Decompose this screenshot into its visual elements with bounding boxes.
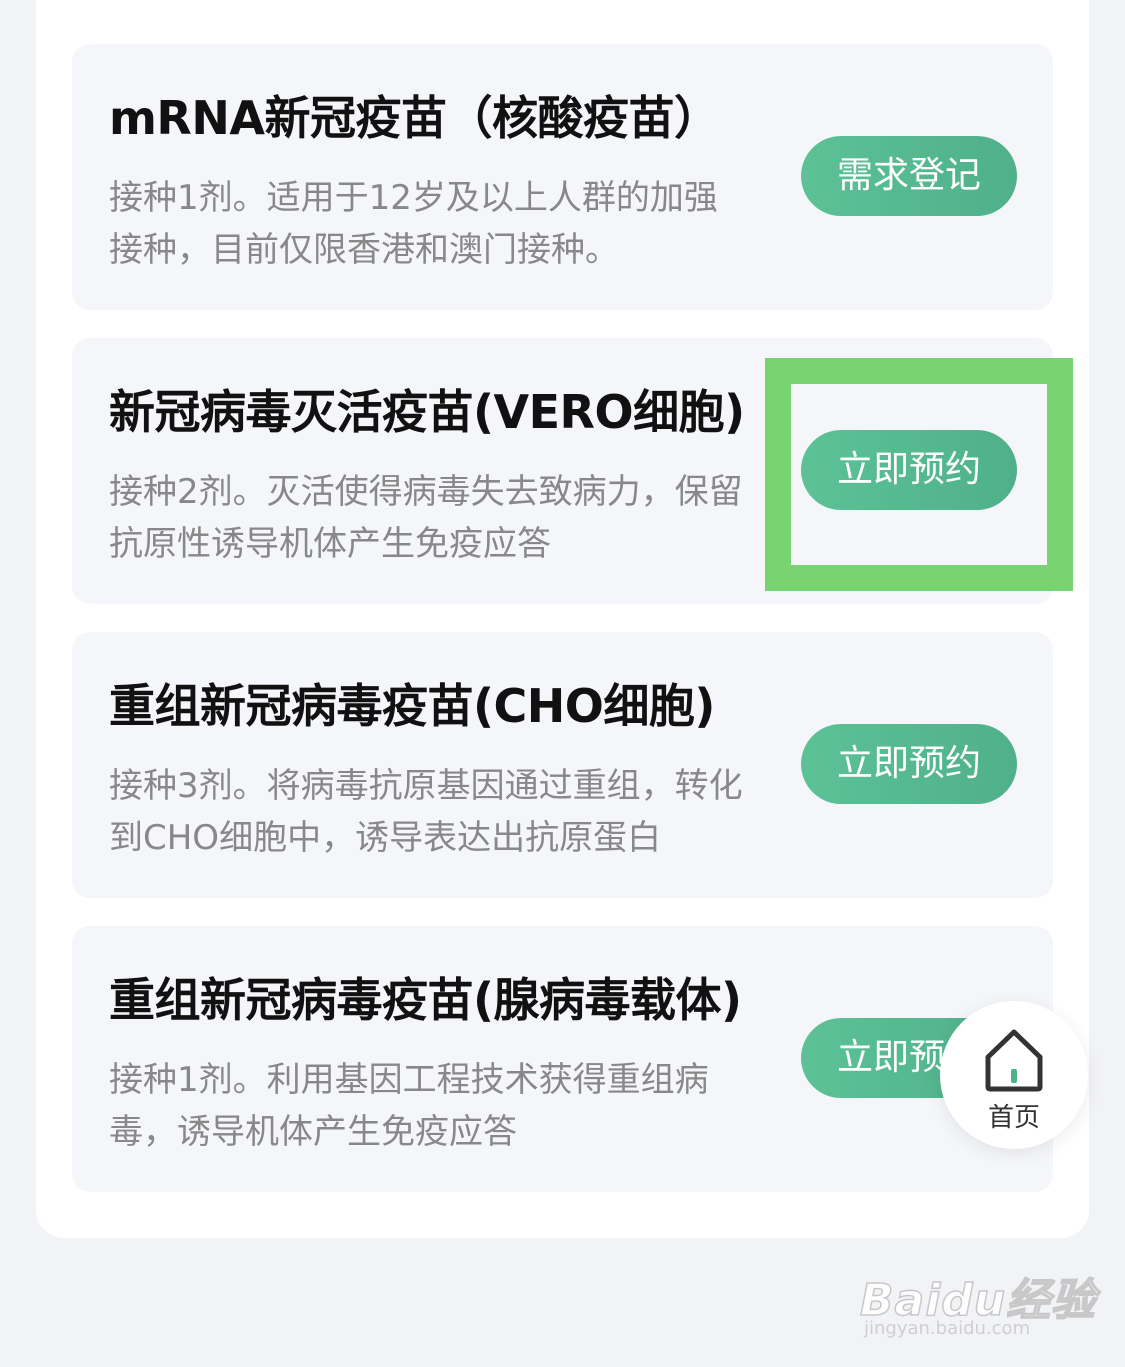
vaccine-title: mRNA新冠疫苗（核酸疫苗） (109, 91, 720, 145)
vaccine-description: 接种1剂。适用于12岁及以上人群的加强接种，目前仅限香港和澳门接种。 (109, 178, 718, 270)
vaccine-card-mrna: mRNA新冠疫苗（核酸疫苗） 接种1剂。适用于12岁及以上人群的加强接种，目前仅… (72, 44, 1053, 310)
watermark-url: jingyan.baidu.com (864, 1318, 1031, 1339)
baidu-jingyan-watermark: Baidu经验 jingyan.baidu.com (859, 1250, 1096, 1350)
book-now-button[interactable]: 立即预约 (801, 430, 1017, 510)
vaccine-description: 接种1剂。利用基因工程技术获得重组病毒，诱导机体产生免疫应答 (109, 1060, 709, 1152)
vaccine-title: 新冠病毒灭活疫苗(VERO细胞) (109, 385, 745, 439)
book-now-button[interactable]: 立即预约 (801, 724, 1017, 804)
demand-register-button[interactable]: 需求登记 (801, 136, 1017, 216)
vaccine-card-vero: 新冠病毒灭活疫苗(VERO细胞) 接种2剂。灭活使得病毒失去致病力，保留抗原性诱… (72, 338, 1053, 604)
vaccine-description: 接种3剂。将病毒抗原基因通过重组，转化到CHO细胞中，诱导表达出抗原蛋白 (109, 766, 743, 858)
vaccine-description: 接种2剂。灭活使得病毒失去致病力，保留抗原性诱导机体产生免疫应答 (109, 472, 743, 564)
vaccine-card-cho: 重组新冠病毒疫苗(CHO细胞) 接种3剂。将病毒抗原基因通过重组，转化到CHO细… (72, 632, 1053, 898)
home-floating-button[interactable]: 首页 (940, 1001, 1088, 1149)
vaccine-title: 重组新冠病毒疫苗(CHO细胞) (109, 679, 715, 733)
home-label: 首页 (987, 1103, 1040, 1133)
home-icon (985, 1029, 1043, 1092)
vaccine-title: 重组新冠病毒疫苗(腺病毒载体) (109, 973, 742, 1027)
vaccine-card-adenovirus: 重组新冠病毒疫苗(腺病毒载体) 接种1剂。利用基因工程技术获得重组病毒，诱导机体… (72, 926, 1053, 1192)
